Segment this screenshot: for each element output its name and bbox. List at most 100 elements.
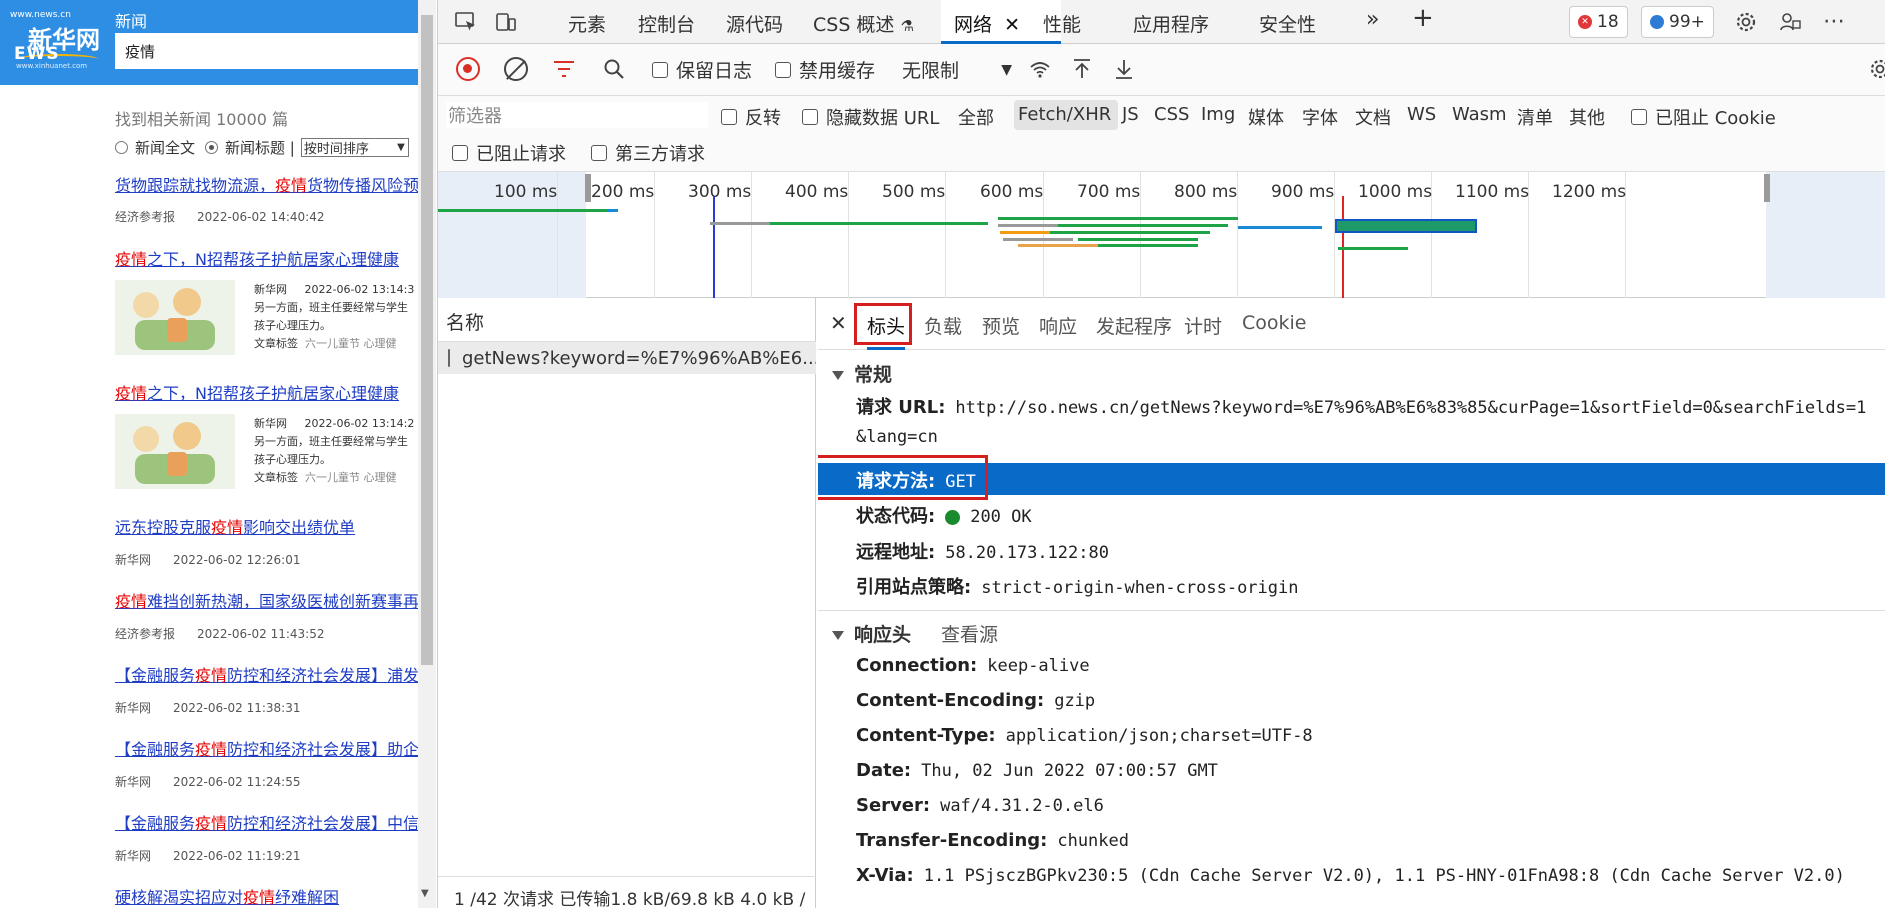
- type-css[interactable]: CSS: [1154, 104, 1189, 125]
- throttle-select[interactable]: 无限制 ▼: [902, 56, 1012, 83]
- customize-icon[interactable]: [1778, 10, 1802, 34]
- network-overview-timeline[interactable]: 100 ms 200 ms 300 ms 400 ms 500 ms 600 m…: [438, 172, 1885, 298]
- radio-title[interactable]: [205, 141, 219, 154]
- more-tabs-icon[interactable]: »: [1366, 7, 1379, 32]
- tab-network-label: 网络: [954, 14, 993, 36]
- tab-cookies[interactable]: Cookie: [1242, 312, 1307, 334]
- third-party-checkbox[interactable]: 第三方请求: [591, 140, 705, 166]
- blocked-requests-label: 已阻止请求: [476, 144, 566, 165]
- news-search-input[interactable]: [115, 33, 418, 69]
- news-item-title[interactable]: 疫情之下，N招帮孩子护航居家心理健康: [115, 246, 399, 270]
- type-media[interactable]: 媒体: [1248, 104, 1284, 130]
- request-row[interactable]: getNews?keyword=%E7%96%AB%E6...: [438, 342, 816, 374]
- clear-icon[interactable]: [504, 57, 528, 81]
- type-other[interactable]: 其他: [1569, 104, 1605, 130]
- news-item-title[interactable]: 疫情之下，N招帮孩子护航居家心理健康: [115, 380, 399, 404]
- add-tab-icon[interactable]: +: [1412, 3, 1434, 33]
- radio-full-text-label: 新闻全文: [135, 139, 196, 157]
- more-options-icon[interactable]: ⋯: [1822, 10, 1846, 34]
- request-list: 名称 getNews?keyword=%E7%96%AB%E6... 1 /42…: [438, 298, 816, 908]
- news-item-meta: 经济参考报 2022-06-02 11:43:52: [115, 627, 325, 641]
- detail-tabbar: ✕ 标头 负载 预览 响应 发起程序 计时 Cookie: [818, 298, 1885, 350]
- error-badge[interactable]: ✕ 18: [1569, 6, 1628, 38]
- sort-select[interactable]: 按时间排序 ▼: [300, 138, 409, 157]
- timeline-tick: 200 ms: [591, 182, 655, 202]
- news-item-title[interactable]: 【金融服务疫情防控和经济社会发展】助企: [115, 736, 418, 760]
- tab-payload[interactable]: 负载: [924, 312, 962, 339]
- type-img[interactable]: Img: [1201, 104, 1235, 125]
- export-har-icon[interactable]: [1112, 57, 1136, 81]
- xinhua-logo[interactable]: www.news.cn 新华网 EWS www.xinhuanet.com: [6, 10, 106, 72]
- tab-sources[interactable]: 源代码: [726, 10, 783, 37]
- tab-network[interactable]: 网络 ✕: [954, 10, 1020, 37]
- third-party-label: 第三方请求: [615, 144, 705, 165]
- news-item-title[interactable]: 疫情难挡创新热潮，国家级医械创新赛事再: [115, 588, 418, 612]
- blocked-requests-checkbox[interactable]: 已阻止请求: [452, 140, 566, 166]
- type-fetch-xhr[interactable]: Fetch/XHR: [1018, 104, 1111, 125]
- tab-performance[interactable]: 性能: [1043, 10, 1081, 37]
- record-icon[interactable]: [456, 57, 480, 81]
- blocked-cookies-checkbox[interactable]: 已阻止 Cookie: [1631, 104, 1776, 130]
- highlight-box-headers-tab: [854, 303, 912, 345]
- tab-elements[interactable]: 元素: [568, 10, 606, 37]
- message-badge[interactable]: 99+: [1641, 6, 1714, 38]
- filter-bar: 筛选器 反转 隐藏数据 URL 全部 Fetch/XHR JS CSS Img …: [438, 96, 1885, 172]
- inspect-element-icon[interactable]: [454, 10, 478, 34]
- message-count: 99+: [1669, 12, 1705, 32]
- type-js[interactable]: JS: [1122, 104, 1139, 125]
- type-wasm[interactable]: Wasm: [1452, 104, 1507, 125]
- tab-application[interactable]: 应用程序: [1133, 10, 1209, 37]
- type-doc[interactable]: 文档: [1355, 104, 1391, 130]
- tab-security[interactable]: 安全性: [1259, 10, 1316, 37]
- network-settings-icon[interactable]: [1868, 57, 1885, 81]
- general-section-toggle[interactable]: 常规: [832, 360, 892, 387]
- filter-icon[interactable]: [552, 57, 576, 81]
- tab-css-overview[interactable]: CSS 概述 ⚗: [813, 10, 914, 37]
- general-title: 常规: [854, 364, 893, 386]
- news-item-title[interactable]: 货物跟踪就找物流源，疫情货物传播风险预: [115, 172, 418, 196]
- tab-preview[interactable]: 预览: [982, 312, 1020, 339]
- tab-response[interactable]: 响应: [1039, 312, 1077, 339]
- news-thumbnail[interactable]: [115, 414, 235, 489]
- disable-cache-checkbox[interactable]: 禁用缓存: [775, 56, 875, 83]
- scroll-down-arrow-icon[interactable]: ▼: [421, 888, 429, 899]
- view-source-link[interactable]: 查看源: [941, 624, 998, 646]
- tab-initiator[interactable]: 发起程序: [1096, 312, 1172, 339]
- type-manifest[interactable]: 清单: [1517, 104, 1553, 130]
- timeline-tick: 600 ms: [980, 182, 1044, 202]
- hide-data-urls-checkbox[interactable]: 隐藏数据 URL: [802, 104, 939, 130]
- import-har-icon[interactable]: [1070, 57, 1094, 81]
- news-blurb: 新华网 2022-06-02 13:14:2 另一方面，班主任要经常与学生 孩子…: [254, 417, 415, 484]
- settings-gear-icon[interactable]: [1734, 10, 1758, 34]
- timeline-handle-left[interactable]: [585, 174, 591, 202]
- name-column-header[interactable]: 名称: [438, 298, 816, 342]
- type-ws[interactable]: WS: [1407, 104, 1436, 125]
- close-icon[interactable]: ✕: [830, 311, 847, 335]
- news-tab[interactable]: 新闻: [115, 8, 147, 32]
- news-item-title[interactable]: 【金融服务疫情防控和经济社会发展】中信: [115, 810, 418, 834]
- type-all[interactable]: 全部: [958, 104, 994, 130]
- remote-address-row: 远程地址: 58.20.173.122:80: [856, 542, 1109, 563]
- selected-request-bar[interactable]: [1335, 219, 1477, 233]
- radio-full-text[interactable]: [115, 141, 128, 154]
- timeline-handle-right[interactable]: [1764, 174, 1770, 202]
- timeline-tick: 700 ms: [1077, 182, 1141, 202]
- type-font[interactable]: 字体: [1302, 104, 1338, 130]
- timeline-tick: 900 ms: [1271, 182, 1335, 202]
- network-conditions-icon[interactable]: [1028, 57, 1052, 81]
- response-headers-toggle[interactable]: 响应头 查看源: [832, 620, 998, 647]
- news-item-title[interactable]: 硬核解渴实招应对疫情纾难解困: [115, 884, 339, 908]
- close-tab-icon[interactable]: ✕: [1004, 14, 1020, 36]
- invert-checkbox[interactable]: 反转: [721, 104, 781, 130]
- filter-input[interactable]: 筛选器: [446, 102, 708, 128]
- tab-timing[interactable]: 计时: [1184, 312, 1222, 339]
- tab-console[interactable]: 控制台: [638, 10, 695, 37]
- news-item-title[interactable]: 远东控股克服疫情影响交出绩优单: [115, 514, 355, 538]
- news-item-title[interactable]: 【金融服务疫情防控和经济社会发展】浦发: [115, 662, 418, 686]
- checkbox-icon: [775, 61, 791, 78]
- device-toolbar-icon[interactable]: [494, 10, 518, 34]
- preserve-log-checkbox[interactable]: 保留日志: [652, 56, 752, 83]
- news-scroll-thumb[interactable]: [421, 15, 433, 665]
- search-icon[interactable]: [602, 57, 626, 81]
- news-thumbnail[interactable]: [115, 280, 235, 355]
